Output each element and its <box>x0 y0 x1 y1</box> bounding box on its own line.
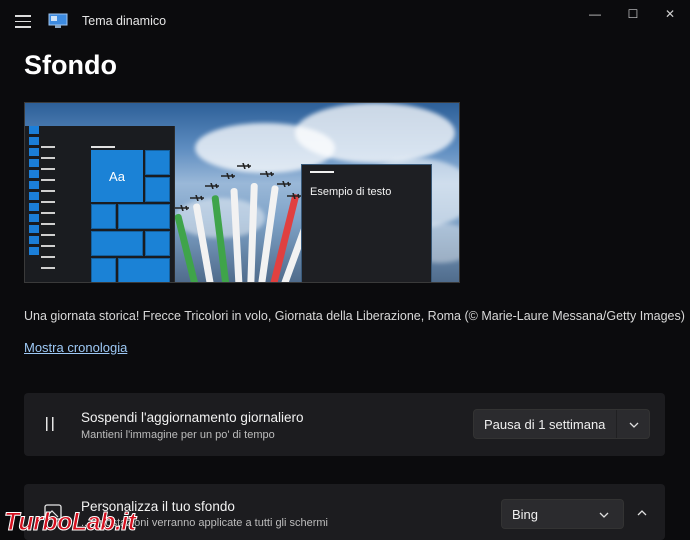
start-tile: Aa <box>91 150 143 202</box>
menu-icon[interactable] <box>15 15 31 29</box>
show-history-link[interactable]: Mostra cronologia <box>24 340 127 355</box>
minimize-button[interactable]: — <box>580 6 610 22</box>
pause-icon <box>46 417 54 431</box>
pause-card-title: Sospendi l'aggiornamento giornaliero <box>81 410 304 425</box>
watermark-logo: TurboLab.it <box>4 508 137 537</box>
sample-text: Esempio di testo <box>310 186 392 198</box>
sample-window-preview: Esempio di testo <box>301 164 432 282</box>
pause-duration-value: Pausa di 1 settimana <box>484 417 606 432</box>
wallpaper-caption: Una giornata storica! Frecce Tricolori i… <box>24 309 685 323</box>
pause-duration-dropdown[interactable]: Pausa di 1 settimana <box>473 409 650 439</box>
pause-update-card: Sospendi l'aggiornamento giornaliero Man… <box>24 393 665 456</box>
background-type-value: Bing <box>512 507 539 522</box>
chevron-down-icon <box>599 512 609 518</box>
maximize-button[interactable]: ☐ <box>618 6 648 22</box>
close-button[interactable]: ✕ <box>655 6 685 22</box>
app-icon <box>48 13 68 28</box>
start-menu-preview: Aa <box>25 126 175 282</box>
chevron-down-icon <box>629 422 639 428</box>
pause-card-subtitle: Mantieni l'immagine per un po' di tempo <box>81 429 275 441</box>
page-title: Sfondo <box>24 50 117 80</box>
wallpaper-preview: Aa Esempio di testo <box>24 102 460 283</box>
chevron-up-icon[interactable] <box>636 507 648 519</box>
title-bar: Tema dinamico — ☐ ✕ <box>0 0 690 44</box>
window-title: Tema dinamico <box>82 14 167 28</box>
background-type-dropdown[interactable]: Bing <box>501 499 624 529</box>
